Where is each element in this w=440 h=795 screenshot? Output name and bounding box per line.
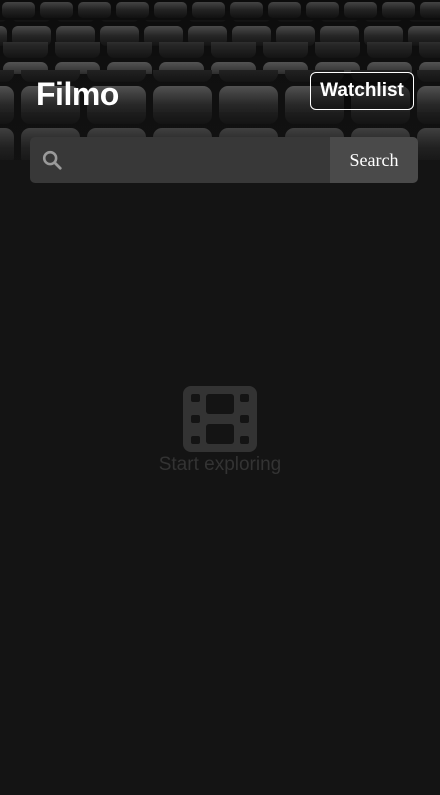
empty-state-caption: Start exploring bbox=[158, 454, 282, 475]
search-field-container[interactable] bbox=[30, 137, 330, 183]
empty-state: Start exploring bbox=[0, 386, 440, 476]
search-bar: Search bbox=[30, 137, 418, 183]
search-icon bbox=[30, 137, 74, 183]
app-logo: Filmo bbox=[36, 76, 119, 112]
search-button[interactable]: Search bbox=[330, 137, 418, 183]
search-input[interactable] bbox=[74, 137, 330, 183]
film-icon bbox=[183, 386, 257, 452]
watchlist-button[interactable]: Watchlist bbox=[310, 72, 414, 110]
hero-header: Filmo Watchlist bbox=[0, 0, 440, 160]
